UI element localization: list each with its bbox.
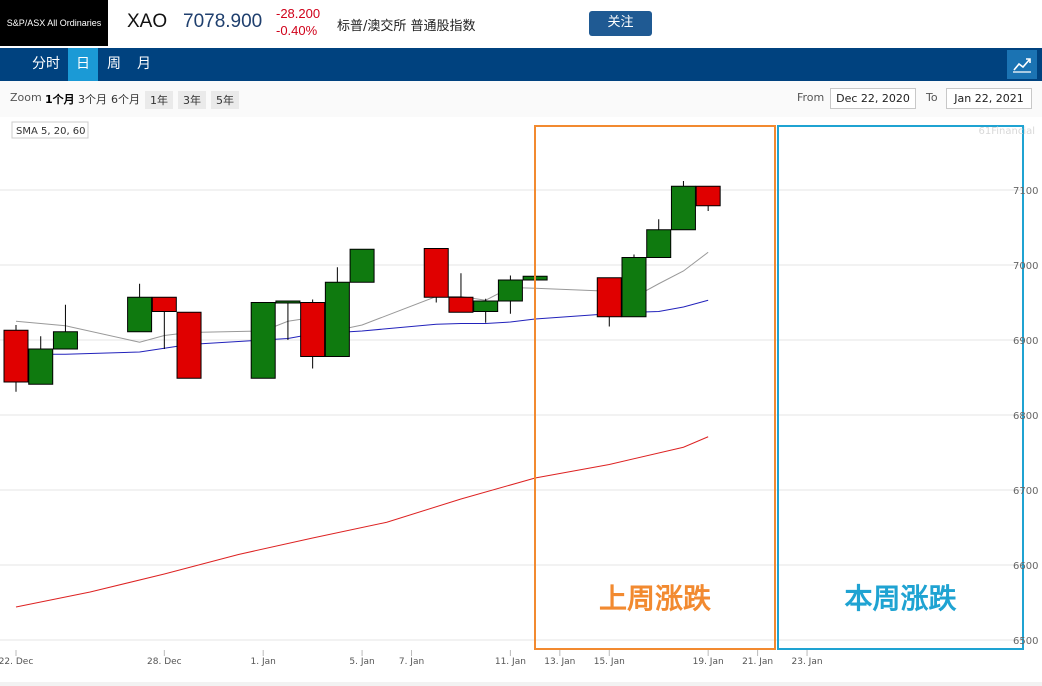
watermark: 61Financial <box>978 126 1035 137</box>
last-price: 7078.900 <box>183 11 263 32</box>
price-chart: 上周涨跌 本周涨跌 6500 6600 6700 6800 6900 7000 7100 22… <box>0 117 1042 682</box>
zoom-label: Zoom <box>10 91 42 104</box>
x-tick-label: 1. Jan <box>251 657 276 667</box>
candle-up <box>52 331 78 350</box>
zoom-1y-button[interactable]: 1年 <box>145 91 173 109</box>
y-tick-label: 7000 <box>1013 261 1038 272</box>
y-tick-label: 6800 <box>1013 411 1038 422</box>
tab-weekly[interactable]: 周 <box>100 48 128 81</box>
candle-up <box>646 229 672 258</box>
from-label: From <box>797 91 825 104</box>
candle-up <box>127 296 153 333</box>
zoom-5y-button[interactable]: 5年 <box>211 91 239 109</box>
zoom-6m-button[interactable]: 6个月 <box>111 91 140 107</box>
x-tick-label: 7. Jan <box>399 657 424 667</box>
x-tick-label: 11. Jan <box>495 657 526 667</box>
indicator-legend: SMA 5, 20, 60 <box>16 126 86 137</box>
y-tick-label: 6600 <box>1013 561 1038 572</box>
x-tick-label: 15. Jan <box>594 657 625 667</box>
x-tick-label: 19. Jan <box>693 657 724 667</box>
quote-header: S&P/ASX All Ordinaries XAO 7078.900 -28.… <box>0 0 1042 48</box>
y-tick-label: 6900 <box>1013 336 1038 347</box>
from-date-input[interactable]: Dec 22, 2020 <box>830 88 916 109</box>
candlestick-chart-svg: 上周涨跌 本周涨跌 6500 6600 6700 6800 6900 7000 7100 22… <box>0 117 1042 682</box>
candle-down <box>596 277 622 318</box>
candle-up <box>670 185 696 231</box>
tab-daily[interactable]: 日 <box>68 48 98 81</box>
candle-up <box>28 348 54 385</box>
tab-monthly[interactable]: 月 <box>130 48 158 81</box>
candle-up <box>324 281 350 357</box>
to-date-input[interactable]: Jan 22, 2021 <box>946 88 1032 109</box>
price-change-percent: -0.40% <box>276 23 318 38</box>
x-tick-label: 5. Jan <box>349 657 374 667</box>
candle-up <box>473 300 499 312</box>
x-tick-label: 22. Dec <box>0 657 33 667</box>
candle-down <box>423 248 449 298</box>
price-change: -28.200 <box>276 6 321 21</box>
y-tick-label: 6500 <box>1013 636 1038 647</box>
x-tick-label: 13. Jan <box>544 657 575 667</box>
candle-up <box>497 279 523 302</box>
candle-up <box>349 248 375 283</box>
ticker-symbol: XAO <box>127 11 168 32</box>
candle-down <box>695 185 721 207</box>
candle-down <box>151 296 177 312</box>
x-tick-label: 23. Jan <box>792 657 823 667</box>
tab-intraday[interactable]: 分时 <box>26 48 66 81</box>
follow-button[interactable]: 关注 <box>589 11 652 36</box>
line-chart-icon[interactable] <box>1007 50 1037 79</box>
candle-up <box>621 257 647 318</box>
to-label: To <box>926 91 938 104</box>
y-tick-label: 6700 <box>1013 486 1038 497</box>
last-week-label: 上周涨跌 <box>599 582 711 615</box>
index-name: 标普/澳交所 普通股指数 <box>337 19 476 34</box>
zoom-3m-button[interactable]: 3个月 <box>78 91 107 107</box>
zoom-3y-button[interactable]: 3年 <box>178 91 206 109</box>
candle-down <box>448 296 474 313</box>
index-logo: S&P/ASX All Ordinaries <box>0 0 108 46</box>
x-tick-label: 21. Jan <box>742 657 773 667</box>
y-tick-label: 7100 <box>1013 186 1038 197</box>
candle-up <box>275 300 301 304</box>
zoom-1m-button[interactable]: 1个月 <box>45 91 75 107</box>
candle-down <box>176 311 202 379</box>
x-tick-label: 28. Dec <box>147 657 182 667</box>
this-week-label: 本周涨跌 <box>844 582 956 615</box>
candle-down <box>300 302 326 357</box>
candle-up <box>250 302 276 379</box>
candle-down <box>3 329 29 383</box>
period-tab-bar: 分时 日 周 月 <box>0 48 1042 81</box>
